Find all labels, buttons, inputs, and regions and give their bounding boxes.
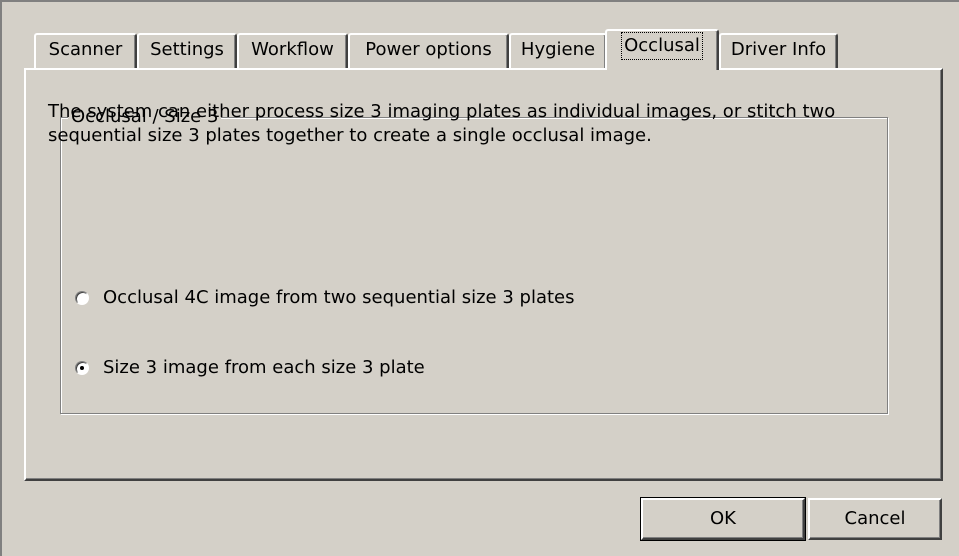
tab-label: Occlusal	[621, 32, 703, 60]
tab-scanner[interactable]: Scanner	[34, 33, 137, 69]
radio-option-occlusal-4c[interactable]: Occlusal 4C image from two sequential si…	[75, 286, 575, 310]
tab-workflow[interactable]: Workflow	[237, 33, 348, 69]
tab-driver-info[interactable]: Driver Info	[719, 33, 838, 69]
radio-button-icon[interactable]	[75, 291, 89, 305]
tab-hygiene[interactable]: Hygiene	[509, 33, 607, 69]
tab-label: Scanner	[48, 39, 123, 60]
tab-label: Settings	[150, 39, 224, 60]
tab-label: Hygiene	[520, 39, 596, 60]
radio-label: Size 3 image from each size 3 plate	[103, 357, 425, 378]
cancel-button[interactable]: Cancel	[808, 498, 942, 540]
ok-button[interactable]: OK	[640, 497, 806, 541]
occlusal-description: The system can either process size 3 ima…	[48, 101, 836, 146]
tab-occlusal[interactable]: Occlusal	[605, 29, 719, 70]
tab-power-options[interactable]: Power options	[348, 33, 509, 69]
radio-button-selected-icon[interactable]	[75, 361, 89, 375]
tab-settings[interactable]: Settings	[137, 33, 237, 69]
radio-option-size3[interactable]: Size 3 image from each size 3 plate	[75, 356, 425, 380]
tab-label: Workflow	[251, 39, 334, 60]
tab-label: Driver Info	[730, 39, 827, 60]
tab-label: Power options	[365, 39, 492, 60]
radio-label: Occlusal 4C image from two sequential si…	[103, 287, 575, 308]
radio-dot-icon	[80, 366, 84, 370]
